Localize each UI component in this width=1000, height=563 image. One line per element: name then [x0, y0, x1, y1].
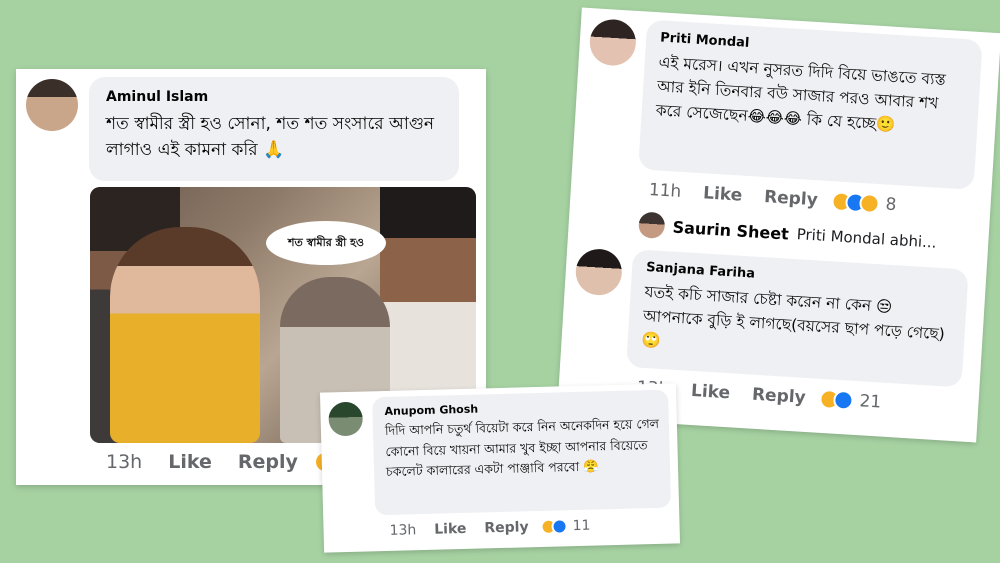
avatar[interactable]	[328, 401, 364, 437]
comment-text: শত স্বামীর স্ত্রী হও সোনা, শত শত সংসারে …	[106, 114, 435, 161]
comment-bubble: Anupom Ghosh দিদি আপনি চতুর্থ বিয়েটা কর…	[372, 389, 672, 516]
reply-button[interactable]: Reply	[238, 451, 298, 473]
avatar[interactable]	[588, 18, 638, 67]
avatar	[637, 211, 666, 240]
reaction-summary[interactable]: 8	[831, 191, 897, 215]
comment-time[interactable]: 13h	[106, 451, 142, 473]
comment-author[interactable]: Sanjana Fariha	[646, 260, 756, 282]
like-reaction-icon	[551, 518, 568, 535]
reaction-count: 8	[884, 194, 898, 216]
comment-time[interactable]: 11h	[648, 180, 682, 202]
comment-bubble: Aminul Islam শত স্বামীর স্ত্রী হও সোনা, …	[89, 77, 459, 181]
reaction-count: 11	[572, 517, 591, 535]
comment-author[interactable]: Anupom Ghosh	[384, 403, 478, 418]
comment-time[interactable]: 13h	[389, 522, 416, 539]
reply-button[interactable]: Reply	[484, 519, 529, 536]
comment-meta: 11h Like Reply 8	[648, 180, 897, 215]
reply-preview[interactable]: Saurin Sheet Priti Mondal abhi...	[637, 211, 937, 255]
comment-card-anupom: Anupom Ghosh দিদি আপনি চতুর্থ বিয়েটা কর…	[319, 383, 681, 553]
care-reaction-icon	[859, 192, 881, 215]
like-reaction-icon	[832, 389, 855, 411]
comment-card-priti: Priti Mondal এই মরেস। এখন নুসরত দিদি বিয…	[556, 7, 1000, 443]
like-button[interactable]: Like	[434, 521, 467, 538]
comment-text: দিদি আপনি চতুর্থ বিয়েটা করে নিন অনেকদিন…	[384, 415, 660, 480]
reply-author[interactable]: Saurin Sheet	[672, 217, 789, 243]
comment-meta: 13h Like Reply	[106, 451, 336, 473]
comment-text: এই মরেস। এখন নুসরত দিদি বিয়ে ভাঙতে ব্যস…	[655, 53, 947, 134]
reply-button[interactable]: Reply	[764, 187, 819, 210]
like-button[interactable]: Like	[703, 183, 743, 205]
meme-caption: শত স্বামীর স্ত্রী হও	[287, 235, 365, 249]
reaction-summary[interactable]: 11	[540, 517, 591, 535]
comment-meta: 13h Like Reply 11	[389, 518, 590, 539]
comment-bubble: Priti Mondal এই মরেস। এখন নুসরত দিদি বিয…	[638, 19, 983, 190]
avatar[interactable]	[26, 79, 78, 131]
reply-preview-text: Priti Mondal abhi...	[796, 225, 937, 252]
reply-button[interactable]: Reply	[751, 385, 806, 408]
person-center	[110, 227, 260, 443]
comment-bubble: Sanjana Fariha যতই কচি সাজার চেষ্টা করেন…	[626, 249, 969, 388]
meme-speech-bubble: শত স্বামীর স্ত্রী হও	[266, 221, 386, 265]
reaction-count: 21	[858, 391, 882, 413]
like-button[interactable]: Like	[168, 451, 212, 473]
reaction-summary[interactable]: 21	[819, 388, 882, 413]
comment-author[interactable]: Priti Mondal	[660, 30, 750, 50]
comment-text: যতই কচি সাজার চেষ্টা করেন না কেন 😒 আপনাক…	[641, 282, 946, 351]
comment-author[interactable]: Aminul Islam	[106, 89, 208, 105]
like-button[interactable]: Like	[691, 381, 731, 403]
avatar[interactable]	[574, 247, 624, 297]
